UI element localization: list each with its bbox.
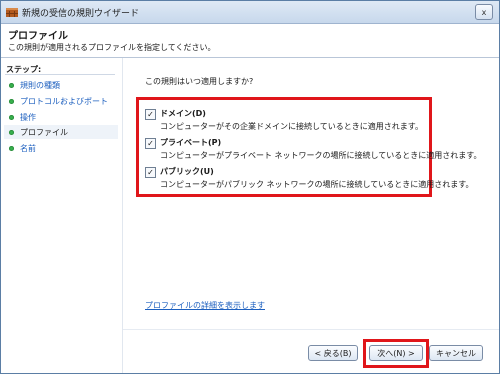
step-item-action[interactable]: 操作 [4,110,118,124]
step-bullet-icon [9,145,14,151]
question-text: この規則はいつ適用しますか? [145,77,254,86]
check-icon: ✓ [147,138,154,148]
check-icon: ✓ [147,109,154,119]
step-item-rule-type[interactable]: 規則の種類 [4,78,118,92]
step-label: 規則の種類 [20,80,60,90]
title-bar: 新規の受信の規則ウイザード x [1,1,499,24]
step-label: 名前 [20,143,36,153]
step-item-profile: プロファイル [4,125,118,139]
page-header: プロファイル この規則が適用されるプロファイルを指定してください。 [1,24,499,58]
footer-divider [123,329,499,330]
window-title: 新規の受信の規則ウイザード [22,9,140,19]
step-bullet-icon [9,98,14,104]
page-description: この規則が適用されるプロファイルを指定してください。 [8,43,216,52]
steps-divider [5,74,115,75]
wizard-window: 新規の受信の規則ウイザード x プロファイル この規則が適用されるプロファイルを… [0,0,500,374]
step-bullet-icon [9,114,14,120]
step-bullet-icon [9,129,14,135]
step-label: プロファイル [20,127,68,137]
main-content: この規則はいつ適用しますか? ✓ ドメイン(D) コンピューターがその企業ドメイ… [122,58,499,373]
private-checkbox[interactable]: ✓ [145,138,156,149]
steps-panel: ステップ: 規則の種類 プロトコルおよびポート 操作 プロファイル 名前 [1,58,121,358]
step-label: プロトコルおよびポート [20,96,108,106]
step-item-protocol-port[interactable]: プロトコルおよびポート [4,94,118,108]
public-checkbox[interactable]: ✓ [145,167,156,178]
firewall-icon [6,8,18,17]
domain-description: コンピューターがその企業ドメインに接続しているときに適用されます。 [160,122,423,131]
private-label[interactable]: プライベート(P) [160,137,221,148]
check-icon: ✓ [147,167,154,177]
close-button[interactable]: x [475,4,493,20]
cancel-button[interactable]: キャンセル [429,345,483,361]
domain-checkbox[interactable]: ✓ [145,109,156,120]
close-icon: x [481,7,487,17]
highlight-box-next [363,339,429,368]
public-label[interactable]: パブリック(U) [160,166,214,177]
profile-details-link[interactable]: プロファイルの詳細を表示します [145,300,265,311]
private-description: コンピューターがプライベート ネットワークの場所に接続しているときに適用されます… [160,151,482,160]
page-title: プロファイル [8,31,68,42]
step-label: 操作 [20,112,36,122]
step-bullet-icon [9,82,14,88]
back-button[interactable]: < 戻る(B) [308,345,358,361]
public-description: コンピューターがパブリック ネットワークの場所に接続しているときに適用されます。 [160,180,474,189]
domain-label[interactable]: ドメイン(D) [160,108,206,119]
step-item-name[interactable]: 名前 [4,141,118,155]
